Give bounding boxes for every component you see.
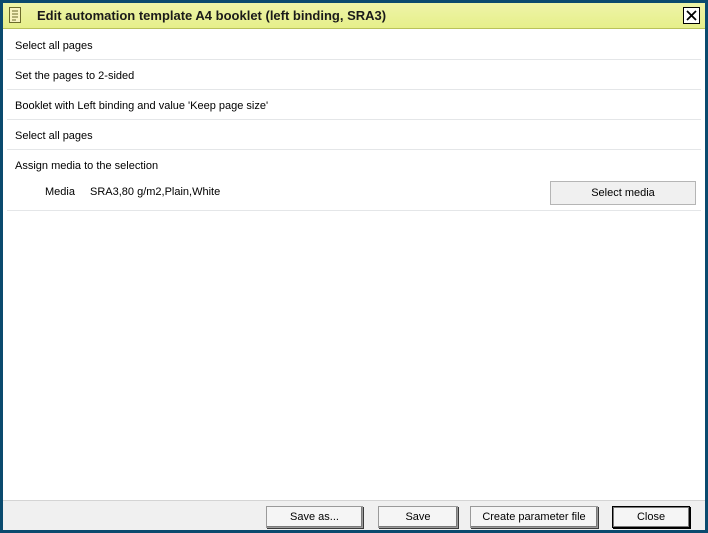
close-icon[interactable]: [683, 7, 700, 24]
document-icon: [9, 7, 21, 23]
step-label: Assign media to the selection: [15, 160, 159, 172]
step-label: Set the pages to 2-sided: [15, 70, 135, 82]
step-item[interactable]: Set the pages to 2-sided: [7, 60, 701, 90]
step-item[interactable]: Select all pages: [7, 120, 701, 150]
media-row: Media SRA3,80 g/m2,Plain,White Select me…: [7, 179, 701, 211]
dialog-title: Edit automation template A4 booklet (lef…: [37, 8, 387, 23]
create-parameter-file-button[interactable]: Create parameter file: [470, 506, 598, 528]
step-item[interactable]: Assign media to the selection: [7, 150, 701, 180]
dialog-body: Edit automation template A4 booklet (lef…: [3, 3, 705, 530]
title-bar: Edit automation template A4 booklet (lef…: [3, 3, 705, 29]
close-button[interactable]: Close: [612, 506, 690, 528]
dialog-window: Edit automation template A4 booklet (lef…: [0, 0, 708, 533]
select-media-button[interactable]: Select media: [550, 181, 696, 205]
media-label: Media: [45, 186, 75, 198]
footer-bar: Save as... Save Create parameter file Cl…: [3, 500, 705, 530]
step-label: Select all pages: [15, 130, 93, 142]
step-label: Booklet with Left binding and value 'Kee…: [15, 100, 269, 112]
step-label: Select all pages: [15, 40, 93, 52]
step-item[interactable]: Booklet with Left binding and value 'Kee…: [7, 90, 701, 120]
step-item[interactable]: Select all pages: [7, 30, 701, 60]
step-list: Select all pages Set the pages to 2-side…: [7, 30, 701, 494]
save-as-button[interactable]: Save as...: [266, 506, 363, 528]
media-value: SRA3,80 g/m2,Plain,White: [90, 186, 221, 198]
save-button[interactable]: Save: [378, 506, 458, 528]
